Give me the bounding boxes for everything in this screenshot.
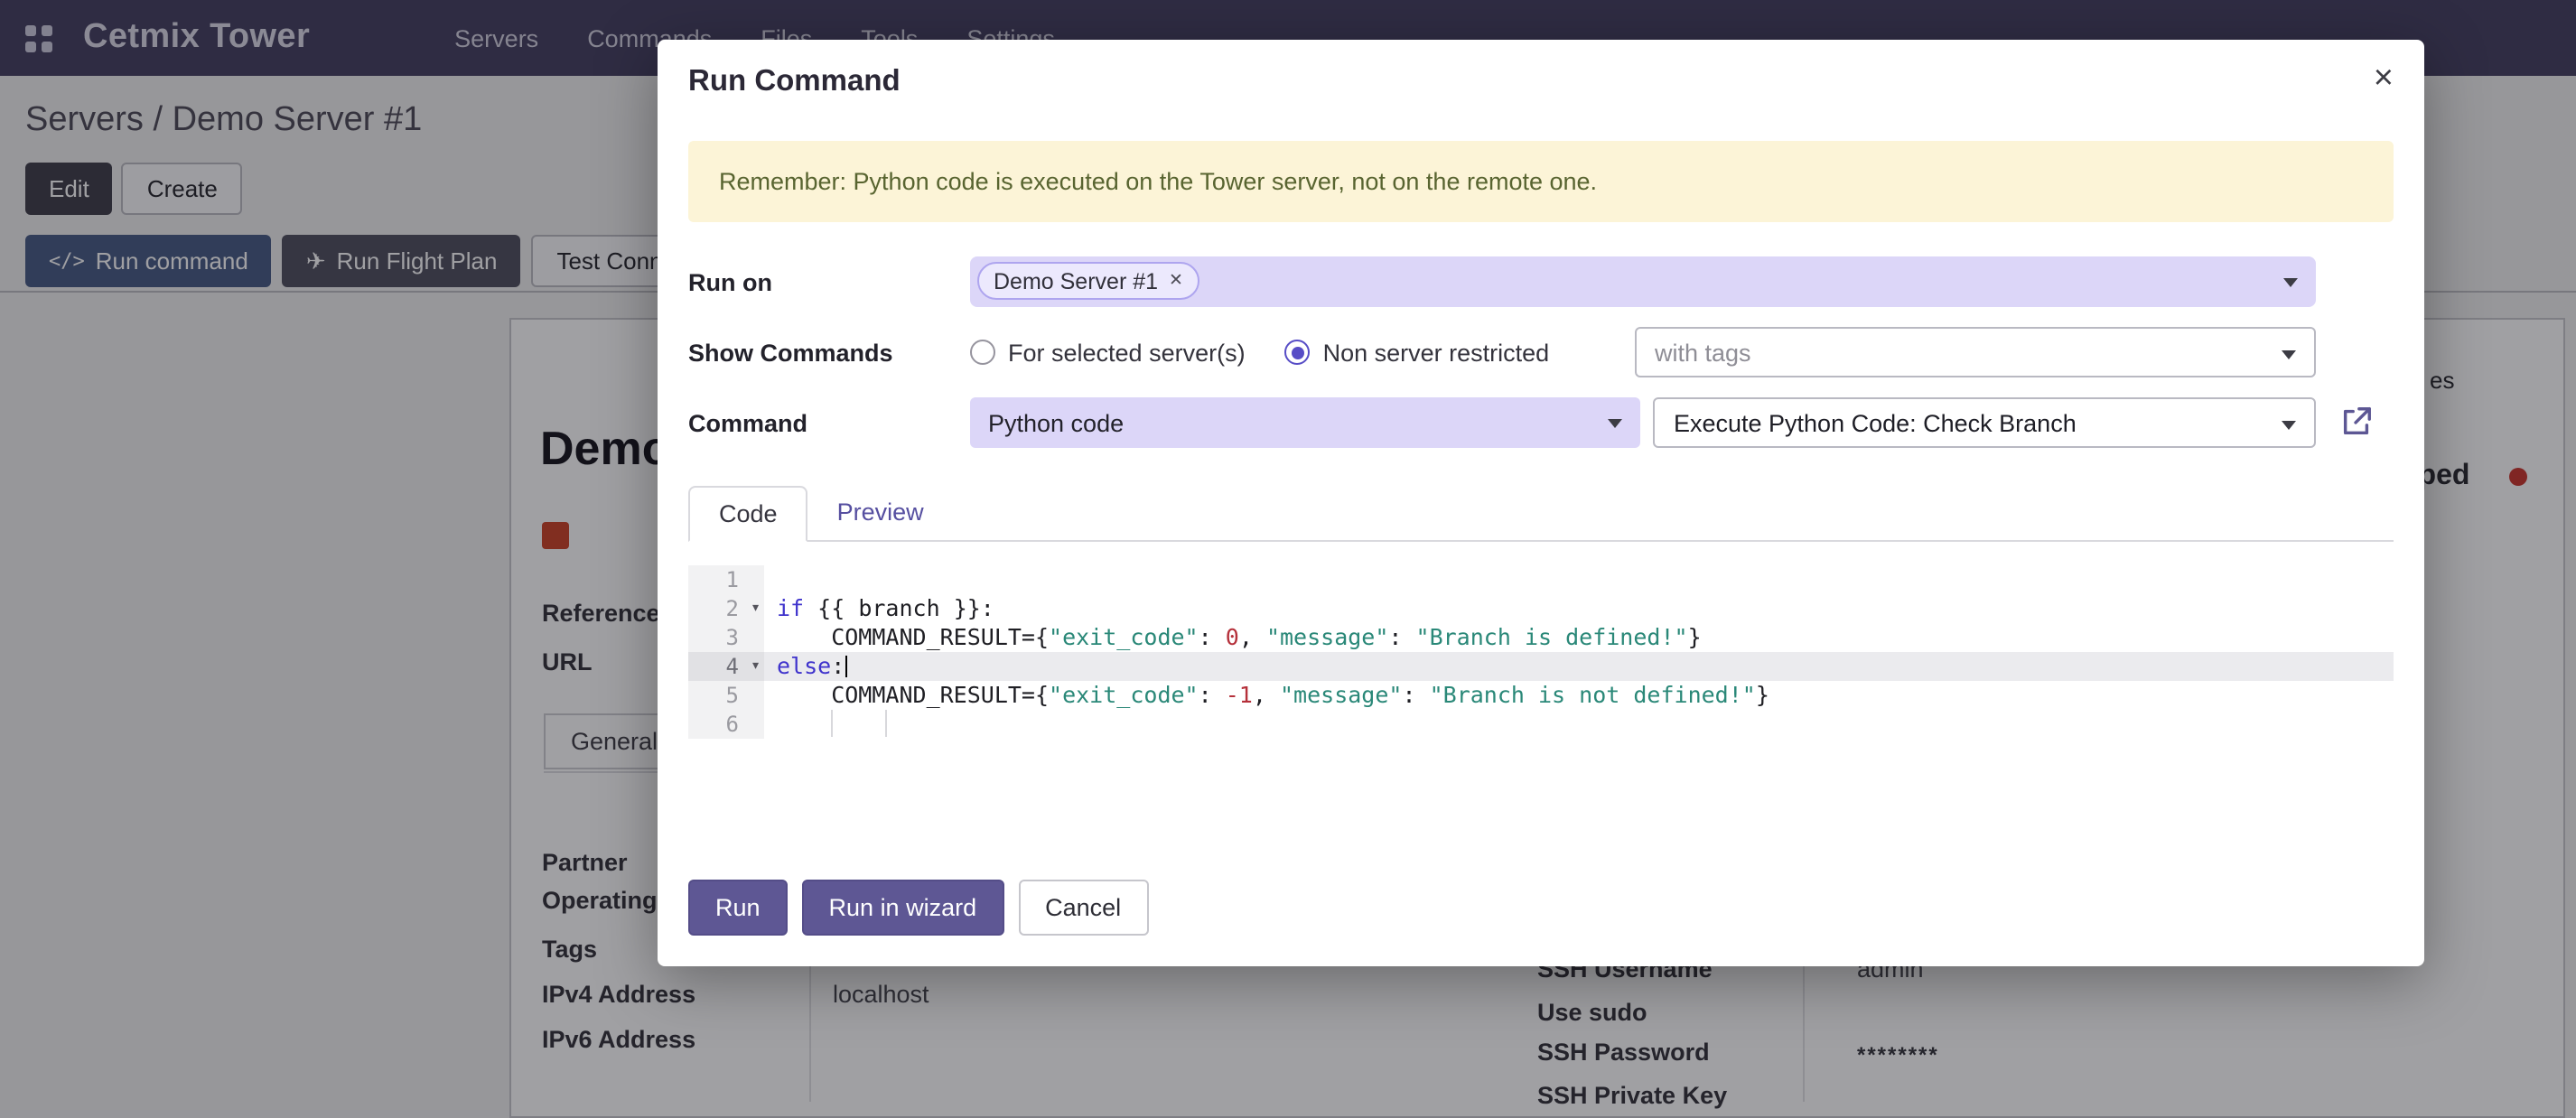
with-tags-placeholder: with tags	[1655, 339, 1751, 366]
fold-arrow-icon[interactable]: ▾	[751, 652, 761, 681]
code-line-content[interactable]: COMMAND_RESULT={"exit_code": 0, "message…	[764, 623, 2394, 652]
line-number: 5	[688, 681, 764, 710]
cancel-button[interactable]: Cancel	[1018, 880, 1148, 936]
editor-line[interactable]: 5 COMMAND_RESULT={"exit_code": -1, "mess…	[688, 681, 2394, 710]
editor-line[interactable]: 4▾else:	[688, 652, 2394, 681]
show-commands-label: Show Commands	[688, 339, 970, 366]
code-editor[interactable]: 12▾if {{ branch }}:3 COMMAND_RESULT={"ex…	[688, 565, 2394, 739]
tab-code[interactable]: Code	[688, 486, 808, 542]
run-in-wizard-button[interactable]: Run in wizard	[802, 880, 1004, 936]
command-label: Command	[688, 409, 970, 436]
python-warning-alert: Remember: Python code is executed on the…	[688, 141, 2394, 222]
line-number: 3	[688, 623, 764, 652]
chevron-down-icon	[1609, 419, 1623, 428]
run-command-form: Run on Demo Server #1 ✕ Show Commands Fo…	[688, 256, 2394, 448]
radio-non-server-restricted-label[interactable]: Non server restricted	[1323, 339, 1550, 366]
screen: Cetmix Tower Servers Commands Files Tool…	[0, 0, 2576, 1118]
tag-remove-icon[interactable]: ✕	[1169, 271, 1183, 291]
chevron-down-icon	[2282, 421, 2296, 430]
close-icon[interactable]: ×	[2374, 61, 2394, 96]
code-line-content[interactable]: COMMAND_RESULT={"exit_code": -1, "messag…	[764, 681, 2394, 710]
chevron-down-icon	[2282, 350, 2296, 359]
editor-line[interactable]: 6	[688, 710, 2394, 739]
run-command-modal: Run Command × Remember: Python code is e…	[658, 40, 2424, 966]
server-tag-label: Demo Server #1	[994, 268, 1158, 293]
command-type-select[interactable]: Python code	[970, 397, 1641, 448]
line-number: 2▾	[688, 594, 764, 623]
text-cursor	[845, 656, 847, 677]
modal-title: Run Command	[688, 65, 2394, 99]
editor-line[interactable]: 1	[688, 565, 2394, 594]
editor-line[interactable]: 2▾if {{ branch }}:	[688, 594, 2394, 623]
radio-for-selected-servers[interactable]	[970, 340, 995, 365]
command-type-value: Python code	[988, 409, 1124, 436]
code-line-content[interactable]: else:	[764, 652, 2394, 681]
command-select[interactable]: Execute Python Code: Check Branch	[1654, 397, 2316, 448]
modal-header: Run Command ×	[658, 40, 2424, 110]
command-value: Execute Python Code: Check Branch	[1674, 409, 2077, 436]
editor-line[interactable]: 3 COMMAND_RESULT={"exit_code": 0, "messa…	[688, 623, 2394, 652]
external-link-icon[interactable]	[2339, 405, 2374, 448]
line-number: 6	[688, 710, 764, 739]
run-on-label: Run on	[688, 268, 970, 295]
with-tags-select[interactable]: with tags	[1635, 327, 2316, 377]
line-number: 1	[688, 565, 764, 594]
run-on-select[interactable]: Demo Server #1 ✕	[970, 256, 2316, 307]
server-tag: Demo Server #1 ✕	[977, 262, 1199, 300]
modal-tabs: Code Preview	[688, 486, 2394, 542]
code-line-content[interactable]: if {{ branch }}:	[764, 594, 2394, 623]
code-line-content[interactable]	[764, 710, 2394, 739]
radio-non-server-restricted[interactable]	[1285, 340, 1311, 365]
code-line-content[interactable]	[764, 565, 2394, 594]
run-button[interactable]: Run	[688, 880, 788, 936]
modal-body: Remember: Python code is executed on the…	[658, 110, 2424, 966]
tab-preview[interactable]: Preview	[808, 486, 953, 540]
fold-arrow-icon[interactable]: ▾	[751, 594, 761, 623]
radio-for-selected-servers-label[interactable]: For selected server(s)	[1008, 339, 1246, 366]
modal-footer: Run Run in wizard Cancel	[688, 852, 2394, 966]
chevron-down-icon	[2283, 278, 2298, 287]
line-number: 4▾	[688, 652, 764, 681]
